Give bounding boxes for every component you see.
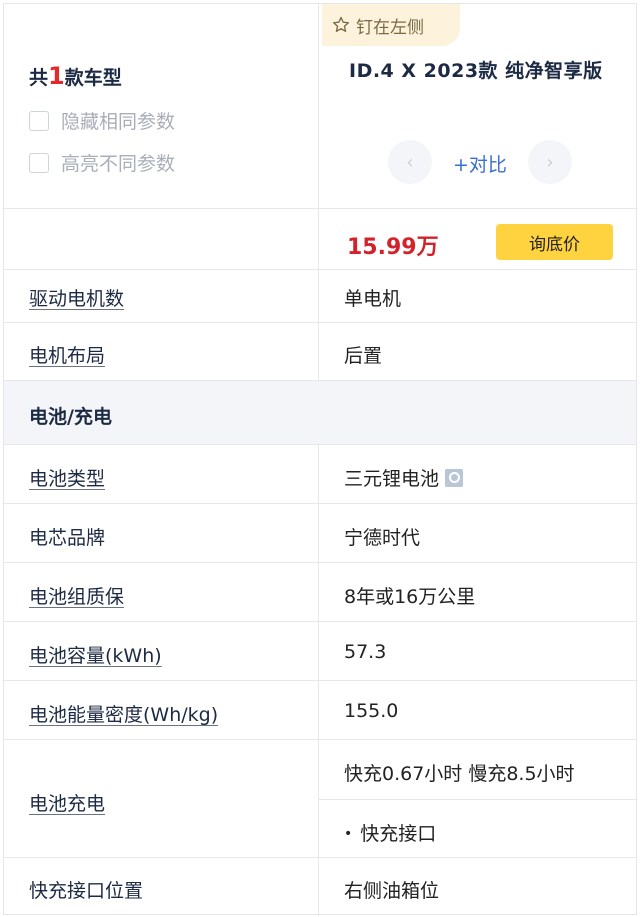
- highlight-diff-label: 高亮不同参数: [61, 153, 176, 175]
- count-prefix: 共: [29, 67, 49, 89]
- model-name[interactable]: ID.4 X 2023款 纯净智享版: [349, 56, 603, 83]
- battery-type-text: 三元锂电池: [344, 468, 440, 490]
- hide-same-label: 隐藏相同参数: [61, 111, 176, 133]
- table-row: 电池容量(kWh) 57.3: [4, 622, 636, 681]
- table-row: 电机布局 后置: [4, 323, 636, 381]
- bullet-icon: •: [344, 826, 353, 842]
- param-value-cell-brand: 宁德时代: [344, 527, 421, 549]
- param-label-port-location: 快充接口位置: [29, 880, 144, 902]
- param-value-energy-density: 155.0: [344, 700, 399, 722]
- table-row: 驱动电机数 单电机: [4, 270, 636, 323]
- spec-table: 共1款车型 隐藏相同参数 高亮不同参数 钉在左侧 ID.4 X 2023款 纯净…: [3, 3, 637, 916]
- section-header: 电池/充电: [4, 381, 636, 445]
- highlight-diff-checkbox[interactable]: 高亮不同参数: [29, 149, 175, 176]
- next-button[interactable]: ›: [528, 140, 572, 184]
- table-row: 电芯品牌 宁德时代: [4, 504, 636, 563]
- model-count-title: 共1款车型: [29, 62, 122, 90]
- param-value-motor-layout: 后置: [344, 345, 383, 367]
- param-value-charging: 快充0.67小时 慢充8.5小时: [344, 763, 575, 785]
- checkbox-icon[interactable]: [29, 152, 49, 173]
- table-row: 快充接口位置 右侧油箱位: [4, 858, 636, 916]
- param-label-cell-brand: 电芯品牌: [29, 527, 106, 549]
- star-pin-icon: [332, 16, 350, 32]
- search-icon[interactable]: [445, 469, 464, 487]
- count-suffix: 款车型: [64, 67, 122, 89]
- pin-label: 钉在左侧: [356, 17, 424, 38]
- checkbox-icon[interactable]: [29, 110, 49, 131]
- compare-button[interactable]: +对比: [453, 150, 507, 177]
- prev-button[interactable]: ‹: [388, 140, 432, 184]
- ask-price-button[interactable]: 询底价: [496, 224, 613, 260]
- chevron-left-icon: ‹: [406, 151, 414, 173]
- header-left-cell: 共1款车型 隐藏相同参数 高亮不同参数: [4, 4, 319, 208]
- param-value-port-location: 右侧油箱位: [344, 880, 440, 902]
- param-value-capacity: 57.3: [344, 641, 387, 663]
- section-title: 电池/充电: [29, 406, 112, 428]
- param-value-charging-port: • 快充接口: [344, 819, 436, 846]
- count-number: 1: [48, 62, 65, 90]
- param-label-battery-type[interactable]: 电池类型: [29, 464, 105, 491]
- charging-port-text: 快充接口: [360, 823, 437, 845]
- pin-left-button[interactable]: 钉在左侧: [322, 4, 460, 46]
- chevron-right-icon: ›: [546, 151, 554, 173]
- param-value-battery-type: 三元锂电池: [344, 464, 464, 491]
- table-row: 电池组质保 8年或16万公里: [4, 563, 636, 622]
- param-label-motor-count[interactable]: 驱动电机数: [29, 284, 124, 311]
- sub-divider: [319, 799, 636, 800]
- param-label-energy-density[interactable]: 电池能量密度(Wh/kg): [29, 700, 218, 727]
- table-row: 电池充电 快充0.67小时 慢充8.5小时 • 快充接口: [4, 740, 636, 858]
- table-row: 电池类型 三元锂电池: [4, 445, 636, 504]
- param-label-motor-layout[interactable]: 电机布局: [29, 341, 105, 368]
- hide-same-checkbox[interactable]: 隐藏相同参数: [29, 107, 175, 134]
- param-label-capacity[interactable]: 电池容量(kWh): [29, 641, 162, 668]
- param-value-warranty: 8年或16万公里: [344, 586, 476, 608]
- param-label-charging[interactable]: 电池充电: [29, 789, 105, 816]
- param-label-warranty[interactable]: 电池组质保: [29, 582, 124, 609]
- param-value-motor-count: 单电机: [344, 288, 402, 310]
- price-value: 15.99万: [347, 235, 439, 260]
- price-left-cell: [4, 209, 319, 269]
- table-row: 电池能量密度(Wh/kg) 155.0: [4, 681, 636, 740]
